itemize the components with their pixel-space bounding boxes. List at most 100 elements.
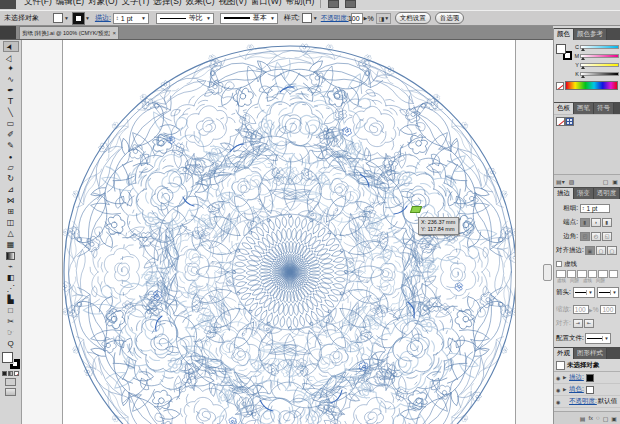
tab-stroke[interactable]: 描边 bbox=[554, 188, 574, 199]
magenta-slider[interactable] bbox=[580, 54, 619, 58]
delete-swatch-icon[interactable]: ▣ bbox=[612, 178, 618, 185]
appearance-opacity-row[interactable]: ◉ ▶ 不透明度: 默认值 bbox=[554, 396, 620, 408]
opacity-field[interactable]: 100 bbox=[351, 13, 363, 24]
symbol-sprayer-tool[interactable]: ⋰ bbox=[3, 283, 19, 294]
cyan-slider[interactable] bbox=[580, 45, 619, 49]
eraser-tool[interactable]: ▱ bbox=[3, 162, 19, 173]
yellow-slider[interactable] bbox=[580, 63, 619, 67]
canvas-area[interactable]: X: 236.37 mm Y: 117.84 mm bbox=[22, 40, 553, 424]
lasso-tool[interactable]: ∿ bbox=[3, 74, 19, 85]
gradient-mode-button[interactable] bbox=[8, 371, 13, 376]
align-inside-button[interactable]: ▢ bbox=[596, 246, 606, 255]
scale-tool[interactable]: ⊿ bbox=[3, 184, 19, 195]
artboard-tool[interactable]: □ bbox=[3, 305, 19, 316]
arrowhead-start-dropdown[interactable]: ▼ bbox=[573, 287, 595, 298]
preferences-button[interactable]: 首选项 bbox=[435, 12, 465, 24]
menu-file[interactable]: 文件(F) bbox=[24, 0, 52, 8]
clear-appearance-icon[interactable]: ◌ bbox=[596, 415, 600, 421]
dash-field-1[interactable] bbox=[556, 270, 566, 278]
fill-stroke-indicator[interactable] bbox=[2, 352, 20, 369]
tab-graphic-styles[interactable]: 图形样式 bbox=[574, 348, 607, 359]
pencil-tool[interactable]: ✎ bbox=[3, 140, 19, 151]
tab-color-guide[interactable]: 颜色参考 bbox=[574, 29, 607, 40]
width-tool[interactable]: ⋈ bbox=[3, 195, 19, 206]
selection-tool[interactable]: ➤ bbox=[3, 41, 19, 52]
miter-join-button[interactable]: ◰ bbox=[580, 232, 590, 241]
fill-visibility-eye-icon[interactable]: ◉ bbox=[556, 387, 563, 393]
line-segment-tool[interactable]: ╲ bbox=[3, 107, 19, 118]
swatch-libraries-icon[interactable]: ▤▾ bbox=[556, 178, 565, 185]
align-outside-button[interactable]: ▢ bbox=[607, 246, 617, 255]
none-color-swatch[interactable] bbox=[556, 82, 564, 90]
drawing-mode-button[interactable] bbox=[5, 378, 16, 386]
delete-item-icon[interactable]: ▣ bbox=[611, 415, 617, 422]
dashed-line-checkbox[interactable] bbox=[556, 261, 562, 267]
menu-type[interactable]: 文字(T) bbox=[121, 0, 149, 8]
align-center-button[interactable]: ▣ bbox=[585, 246, 595, 255]
hand-tool[interactable]: ☞ bbox=[3, 327, 19, 338]
mesh-tool[interactable]: ▦ bbox=[3, 239, 19, 250]
butt-cap-button[interactable]: ▮ bbox=[580, 218, 590, 227]
slice-tool[interactable]: ✂ bbox=[3, 316, 19, 327]
appearance-stroke-label[interactable]: 描边: bbox=[569, 373, 584, 382]
appearance-stroke-row[interactable]: ◉ ▶ 描边: bbox=[554, 372, 620, 384]
color-mode-button[interactable] bbox=[2, 371, 7, 376]
screen-mode-button[interactable] bbox=[5, 388, 16, 396]
appearance-fill-row[interactable]: ◉ ▶ 填色: bbox=[554, 384, 620, 396]
perspective-grid-tool[interactable]: △ bbox=[3, 228, 19, 239]
opacity-panel-link[interactable]: 不透明度: bbox=[321, 14, 349, 23]
new-effect-icon[interactable]: fx bbox=[588, 415, 593, 421]
stepper-arrows-icon[interactable]: ↕ bbox=[116, 15, 119, 21]
select-similar-dropdown[interactable]: ◨▼ bbox=[376, 13, 391, 24]
dash-field-3[interactable] bbox=[598, 270, 608, 278]
bevel-join-button[interactable]: ◱ bbox=[602, 232, 612, 241]
blend-tool[interactable]: ◧ bbox=[3, 272, 19, 283]
tab-appearance[interactable]: 外观 bbox=[554, 348, 574, 359]
opacity-visibility-eye-icon[interactable]: ◉ bbox=[556, 399, 563, 405]
menu-object[interactable]: 对象(O) bbox=[88, 0, 117, 8]
dock-collapse-grip[interactable] bbox=[543, 264, 552, 281]
document-tab[interactable]: 剪纸 [转换].ai @ 100% (CMYK/预览) × bbox=[19, 26, 119, 39]
menu-select[interactable]: 选择(S) bbox=[153, 0, 181, 8]
tab-transparency[interactable]: 透明度 bbox=[594, 188, 620, 199]
style-dropdown[interactable]: ▼ bbox=[302, 13, 318, 23]
appearance-stroke-swatch[interactable] bbox=[586, 374, 594, 382]
document-setup-button[interactable]: 文档设置 bbox=[395, 12, 431, 24]
swatch-pattern[interactable] bbox=[565, 117, 574, 126]
color-spectrum-bar[interactable] bbox=[565, 81, 618, 90]
tab-close-icon[interactable]: × bbox=[112, 30, 116, 36]
rectangle-tool[interactable]: ▭ bbox=[3, 118, 19, 129]
new-stroke-icon[interactable]: ▤ bbox=[580, 415, 586, 422]
menu-window[interactable]: 窗口(W) bbox=[251, 0, 282, 8]
stroke-panel-link[interactable]: 描边: bbox=[95, 13, 111, 23]
black-slider[interactable] bbox=[580, 72, 619, 76]
stroke-weight-field[interactable]: ↕1 pt▼ bbox=[113, 13, 149, 24]
weight-stepper-icon[interactable]: ↕ bbox=[582, 205, 585, 211]
width-profile-dropdown[interactable]: 等比▼ bbox=[156, 13, 214, 24]
profile-dropdown[interactable]: ▼ bbox=[585, 333, 611, 344]
weight-field[interactable]: ↕1 pt bbox=[580, 204, 610, 213]
type-tool[interactable]: T bbox=[3, 96, 19, 107]
arrow-align-tip-button[interactable]: ⇥ bbox=[573, 319, 583, 328]
swatch-none[interactable] bbox=[556, 117, 565, 126]
pen-tool[interactable]: ✒ bbox=[3, 85, 19, 96]
arrow-scale-field-1[interactable]: 100 bbox=[573, 305, 589, 314]
dash-field-2[interactable] bbox=[577, 270, 587, 278]
menu-view[interactable]: 视图(V) bbox=[219, 0, 247, 8]
direct-selection-tool[interactable]: ▷ bbox=[3, 52, 19, 63]
tab-symbols[interactable]: 符号 bbox=[594, 103, 614, 114]
blob-brush-tool[interactable]: ● bbox=[3, 151, 19, 162]
color-fill-stroke-indicator[interactable] bbox=[556, 44, 573, 60]
tab-color[interactable]: 颜色 bbox=[554, 29, 574, 40]
none-mode-button[interactable] bbox=[14, 371, 19, 376]
new-swatch-icon[interactable]: ▢ bbox=[603, 178, 609, 185]
duplicate-item-icon[interactable]: ▢ bbox=[603, 415, 609, 422]
tab-brushes[interactable]: 画笔 bbox=[574, 103, 594, 114]
arrow-scale-field-2[interactable]: 100 bbox=[600, 305, 616, 314]
gap-field-2[interactable] bbox=[588, 270, 598, 278]
column-graph-tool[interactable]: ▙ bbox=[3, 294, 19, 305]
appearance-opacity-label[interactable]: 不透明度: bbox=[569, 397, 597, 406]
tab-gradient[interactable]: 渐变 bbox=[574, 188, 594, 199]
fill-color-well[interactable] bbox=[2, 352, 13, 363]
menu-help[interactable]: 帮助(H) bbox=[286, 0, 315, 8]
